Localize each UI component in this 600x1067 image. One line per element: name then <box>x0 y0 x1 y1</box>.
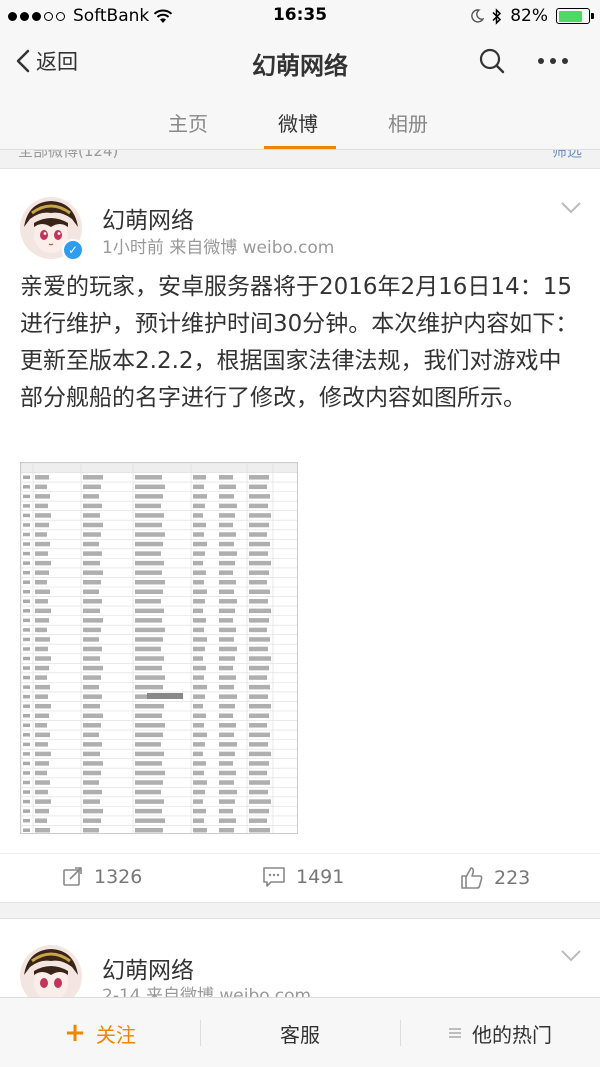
follow-button[interactable]: + 关注 <box>0 998 200 1067</box>
all-posts-count: 全部微博(124) <box>18 150 119 160</box>
battery-percent: 82% <box>510 6 548 26</box>
comment-button[interactable]: 1491 <box>262 866 344 888</box>
search-button[interactable] <box>478 47 506 79</box>
tab-weibo[interactable]: 微博 <box>278 108 318 137</box>
hot-posts-label: 他的热门 <box>472 1022 552 1047</box>
post-card: ✓ 幻萌网络 1小时前 来自微博 weibo.com 亲爱的玩家，安卓服务器将于… <box>0 168 600 903</box>
poster-name[interactable]: 幻萌网络 <box>102 951 194 985</box>
search-icon <box>479 48 505 74</box>
post-actions: 1326 1491 223 <box>0 853 600 903</box>
page-title: 幻萌网络 <box>252 52 348 80</box>
nav-bar: 返回 幻萌网络 <box>0 32 600 92</box>
tab-album[interactable]: 相册 <box>388 108 428 137</box>
like-button[interactable]: 223 <box>460 866 530 890</box>
status-bar: SoftBank 16:35 82% <box>0 0 600 32</box>
post-image[interactable] <box>20 462 298 834</box>
repost-count: 1326 <box>94 866 143 888</box>
post-text: 亲爱的玩家，安卓服务器将于2016年2月16日14：15进行维护，预计维护时间3… <box>20 274 579 411</box>
plus-icon: + <box>64 1018 86 1048</box>
avatar[interactable]: ✓ <box>20 197 84 261</box>
more-options-icon[interactable] <box>538 58 568 64</box>
comment-icon <box>263 867 285 887</box>
profile-tabs: 主页 微博 相册 <box>0 92 600 150</box>
hot-posts-button[interactable]: 他的热门 <box>400 998 600 1067</box>
comment-count: 1491 <box>296 866 345 888</box>
bottom-action-bar: + 关注 客服 他的热门 <box>0 997 600 1067</box>
repost-button[interactable]: 1326 <box>62 866 142 888</box>
follow-label: 关注 <box>95 1022 136 1047</box>
chevron-down-icon[interactable] <box>560 949 582 963</box>
menu-icon <box>449 1028 461 1038</box>
customer-service-button[interactable]: 客服 <box>200 998 400 1067</box>
chevron-down-icon[interactable] <box>560 201 582 215</box>
filter-strip: 全部微博(124) 筛选 <box>0 150 600 160</box>
battery-icon <box>556 8 594 24</box>
repost-icon <box>63 867 82 886</box>
like-count: 223 <box>494 867 531 889</box>
active-tab-indicator <box>264 146 336 149</box>
verified-badge-icon: ✓ <box>62 239 84 261</box>
poster-name[interactable]: 幻萌网络 <box>102 201 194 235</box>
status-right: 82% <box>470 6 594 26</box>
bluetooth-icon <box>492 7 502 25</box>
filter-button[interactable]: 筛选 <box>552 150 582 160</box>
thumbs-up-icon <box>461 867 483 889</box>
customer-service-label: 客服 <box>280 1022 320 1047</box>
post-meta: 1小时前 来自微博 weibo.com <box>102 238 335 258</box>
moon-icon <box>471 9 485 23</box>
tab-home[interactable]: 主页 <box>168 108 208 137</box>
